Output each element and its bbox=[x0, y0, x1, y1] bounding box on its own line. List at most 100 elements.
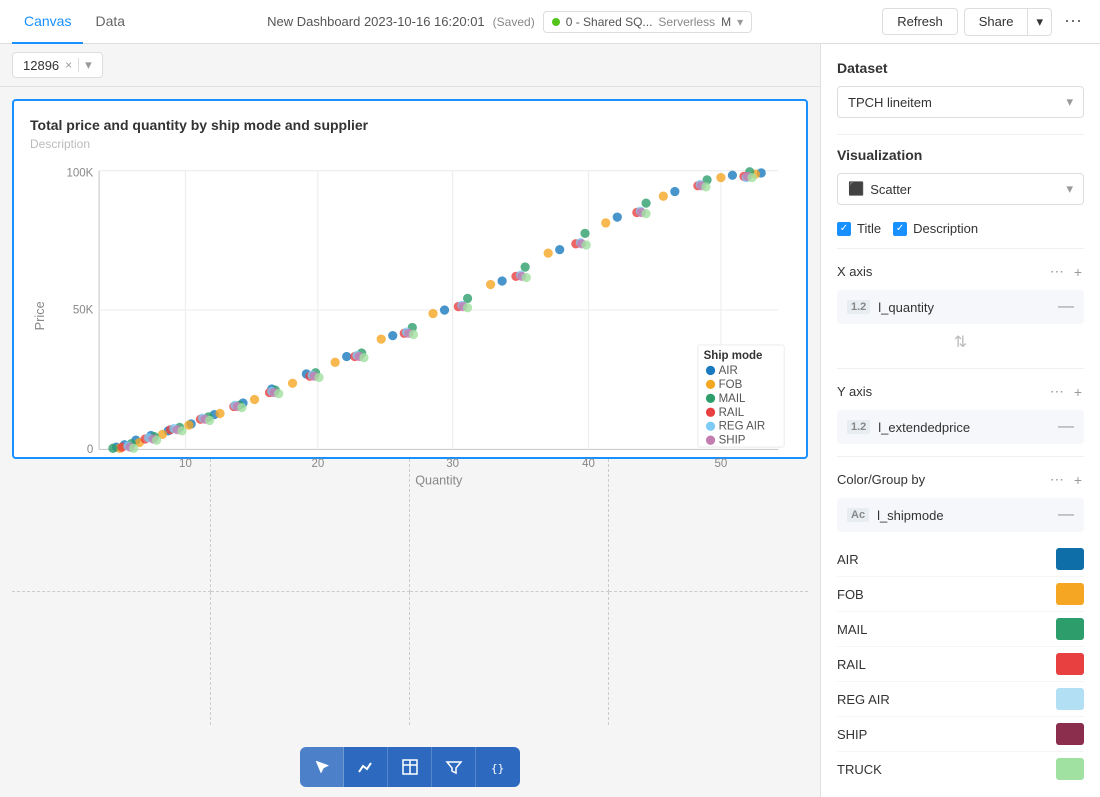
color-item-air: AIR bbox=[837, 542, 1084, 577]
color-swatch-mail[interactable] bbox=[1056, 618, 1084, 640]
y-field-remove-icon[interactable]: — bbox=[1058, 418, 1074, 436]
filter-value: 12896 bbox=[23, 58, 59, 73]
cluster-name: 0 - Shared SQ... bbox=[566, 15, 653, 29]
color-label-truck: TRUCK bbox=[837, 762, 882, 777]
svg-text:{}: {} bbox=[491, 762, 504, 775]
visualization-select[interactable]: ⬛ Scatter ▾ bbox=[837, 173, 1084, 205]
chart-container: Total price and quantity by ship mode an… bbox=[0, 87, 820, 737]
color-field-remove-icon[interactable]: — bbox=[1058, 506, 1074, 524]
code-icon: {} bbox=[489, 758, 507, 776]
y-axis-label: Y axis bbox=[837, 384, 872, 399]
filter-tag[interactable]: 12896 × ▾ bbox=[12, 52, 103, 78]
drag-arrows-icon: ⇅ bbox=[954, 332, 967, 352]
chart-icon bbox=[357, 758, 375, 776]
visualization-value: Scatter bbox=[870, 182, 1066, 197]
svg-text:Price: Price bbox=[32, 301, 47, 330]
cluster-expand-icon[interactable]: ▾ bbox=[737, 15, 743, 29]
color-label-fob: FOB bbox=[837, 587, 864, 602]
scatter-chart: 100K 50K 0 Price 10 20 30 40 50 Quantity bbox=[30, 159, 790, 496]
svg-text:0: 0 bbox=[87, 444, 93, 456]
filter-clear-icon[interactable]: × bbox=[65, 58, 72, 72]
divider bbox=[837, 368, 1084, 369]
color-items-list: AIR FOB MAIL RAIL REG AIR bbox=[837, 542, 1084, 786]
color-swatch-ship[interactable] bbox=[1056, 723, 1084, 745]
color-item-rail: RAIL bbox=[837, 647, 1084, 682]
y-axis-field[interactable]: 1.2 l_extendedprice — bbox=[837, 410, 1084, 444]
cursor-icon bbox=[313, 758, 331, 776]
description-checkbox[interactable] bbox=[893, 222, 907, 236]
tool-group: {} bbox=[300, 747, 520, 787]
main-content: 12896 × ▾ Total price and quantity by sh… bbox=[0, 44, 1100, 797]
cluster-info[interactable]: 0 - Shared SQ... Serverless M ▾ bbox=[543, 11, 752, 33]
svg-text:40: 40 bbox=[582, 458, 595, 470]
tab-data[interactable]: Data bbox=[83, 0, 137, 44]
color-swatch-reg-air[interactable] bbox=[1056, 688, 1084, 710]
filter-tool-button[interactable] bbox=[432, 747, 476, 787]
cluster-size: M bbox=[721, 15, 731, 29]
title-desc-row: Title Description bbox=[837, 221, 1084, 236]
svg-text:10: 10 bbox=[179, 458, 192, 470]
color-swatch-air[interactable] bbox=[1056, 548, 1084, 570]
svg-text:RAIL: RAIL bbox=[719, 407, 745, 419]
color-swatch-rail[interactable] bbox=[1056, 653, 1084, 675]
dataset-value: TPCH lineitem bbox=[848, 95, 932, 110]
canvas-toolbar: 12896 × ▾ bbox=[0, 44, 820, 87]
table-tool-button[interactable] bbox=[388, 747, 432, 787]
scatter-icon: ⬛ bbox=[848, 181, 864, 197]
divider bbox=[837, 134, 1084, 135]
x-axis-label: X axis bbox=[837, 264, 872, 279]
x-axis-actions: ⋯ + bbox=[1048, 261, 1084, 282]
dataset-select[interactable]: TPCH lineitem ▾ bbox=[837, 86, 1084, 118]
canvas-area: 12896 × ▾ Total price and quantity by sh… bbox=[0, 44, 820, 797]
color-swatch-truck[interactable] bbox=[1056, 758, 1084, 780]
svg-text:Quantity: Quantity bbox=[415, 472, 463, 487]
select-tool-button[interactable] bbox=[300, 747, 344, 787]
chart-svg-wrapper: 100K 50K 0 Price 10 20 30 40 50 Quantity bbox=[30, 159, 790, 496]
color-label-reg-air: REG AIR bbox=[837, 692, 890, 707]
title-checkbox-item[interactable]: Title bbox=[837, 221, 881, 236]
x-field-name: l_quantity bbox=[878, 300, 1050, 315]
svg-text:MAIL: MAIL bbox=[719, 393, 746, 405]
color-add-button[interactable]: + bbox=[1072, 469, 1084, 490]
color-more-button[interactable]: ⋯ bbox=[1048, 469, 1066, 490]
x-field-remove-icon[interactable]: — bbox=[1058, 298, 1074, 316]
color-swatch-fob[interactable] bbox=[1056, 583, 1084, 605]
x-axis-add-button[interactable]: + bbox=[1072, 261, 1084, 282]
refresh-button[interactable]: Refresh bbox=[882, 8, 958, 35]
chart-tool-button[interactable] bbox=[344, 747, 388, 787]
x-axis-header: X axis ⋯ + bbox=[837, 261, 1084, 282]
saved-badge: (Saved) bbox=[493, 15, 535, 29]
color-label-rail: RAIL bbox=[837, 657, 866, 672]
share-dropdown-button[interactable]: ▾ bbox=[1027, 8, 1052, 36]
chart-card[interactable]: Total price and quantity by ship mode an… bbox=[12, 99, 808, 459]
title-checkbox[interactable] bbox=[837, 222, 851, 236]
x-field-type: 1.2 bbox=[847, 300, 870, 314]
app-header: Canvas Data New Dashboard 2023-10-16 16:… bbox=[0, 0, 1100, 44]
svg-text:100K: 100K bbox=[66, 167, 93, 179]
y-axis-more-button[interactable]: ⋯ bbox=[1048, 381, 1066, 402]
filter-expand-icon[interactable]: ▾ bbox=[85, 57, 92, 73]
tab-canvas[interactable]: Canvas bbox=[12, 0, 83, 44]
y-axis-add-button[interactable]: + bbox=[1072, 381, 1084, 402]
color-group-header: Color/Group by ⋯ + bbox=[837, 469, 1084, 490]
grid-cell bbox=[410, 592, 609, 725]
visualization-label: Visualization bbox=[837, 147, 1084, 163]
header-actions: Refresh Share ▾ ⋯ bbox=[882, 7, 1088, 36]
color-item-ship: SHIP bbox=[837, 717, 1084, 752]
x-drag-handle[interactable]: ⇅ bbox=[837, 328, 1084, 356]
color-item-truck: TRUCK bbox=[837, 752, 1084, 786]
color-field[interactable]: Ac l_shipmode — bbox=[837, 498, 1084, 532]
x-axis-field[interactable]: 1.2 l_quantity — bbox=[837, 290, 1084, 324]
code-tool-button[interactable]: {} bbox=[476, 747, 520, 787]
description-label: Description bbox=[913, 221, 978, 236]
cluster-type: Serverless bbox=[658, 15, 715, 29]
svg-text:FOB: FOB bbox=[719, 379, 743, 391]
description-checkbox-item[interactable]: Description bbox=[893, 221, 978, 236]
more-options-button[interactable]: ⋯ bbox=[1058, 7, 1088, 36]
color-item-reg-air: REG AIR bbox=[837, 682, 1084, 717]
chart-description: Description bbox=[30, 137, 790, 151]
x-axis-more-button[interactable]: ⋯ bbox=[1048, 261, 1066, 282]
share-button[interactable]: Share bbox=[964, 8, 1028, 36]
right-panel: Dataset TPCH lineitem ▾ Visualization ⬛ … bbox=[820, 44, 1100, 797]
canvas-grid bbox=[12, 459, 808, 725]
